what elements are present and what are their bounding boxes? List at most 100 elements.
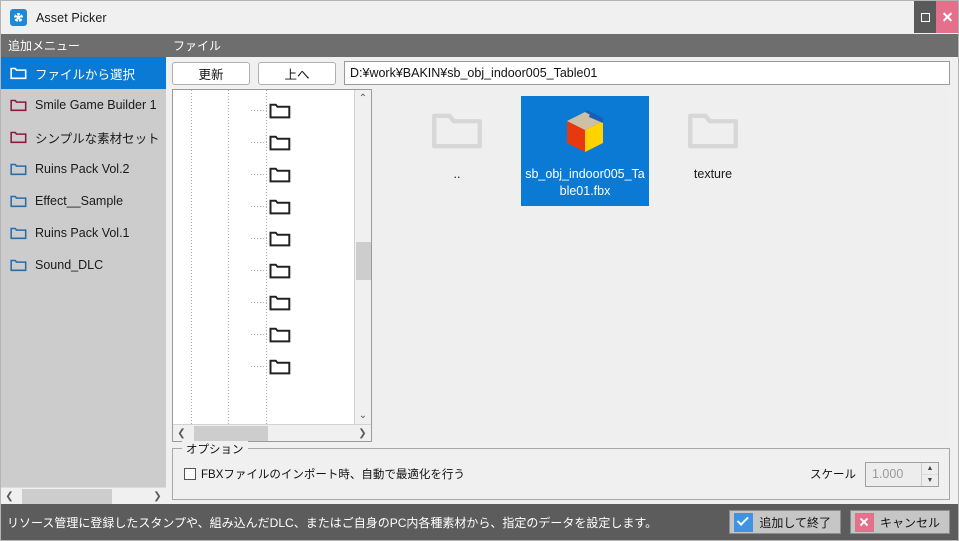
window-title: Asset Picker bbox=[36, 10, 107, 25]
chevron-up-icon[interactable]: ⌃ bbox=[355, 90, 372, 107]
sidebar-header: 追加メニュー bbox=[1, 34, 166, 57]
file-item-label: texture bbox=[693, 167, 733, 181]
confirm-button[interactable]: 追加して終了 bbox=[729, 510, 841, 534]
tree-scroll-track[interactable] bbox=[355, 107, 372, 407]
file-panel: ファイル 更新 上へ D:¥work¥BAKIN¥sb_obj_indoor00… bbox=[166, 34, 958, 504]
tree-hscroll-thumb[interactable] bbox=[194, 425, 268, 441]
file-grid: .. sb_obj_indoor005_Table01.fbx texture bbox=[372, 89, 950, 442]
status-message: リソース管理に登録したスタンプや、組み込んだDLC、またはご自身のPC内各種素材… bbox=[7, 515, 658, 530]
options-legend: オプション bbox=[182, 441, 248, 457]
maximize-icon[interactable] bbox=[914, 1, 936, 33]
optimize-checkbox-label: FBXファイルのインポート時、自動で最適化を行う bbox=[201, 469, 465, 481]
sidebar-item-label: Ruins Pack Vol.2 bbox=[35, 162, 130, 176]
tree-node[interactable] bbox=[251, 94, 354, 126]
file-toolbar: 更新 上へ D:¥work¥BAKIN¥sb_obj_indoor005_Tab… bbox=[166, 57, 958, 89]
window-body: 追加メニュー ファイルから選択 Smile Game Builder 1 シンプルな… bbox=[1, 34, 958, 504]
folder-icon bbox=[269, 357, 291, 376]
sidebar-item-label: Ruins Pack Vol.1 bbox=[35, 226, 130, 240]
sidebar-item-4[interactable]: Effect__Sample bbox=[1, 185, 166, 217]
refresh-button[interactable]: 更新 bbox=[172, 61, 250, 85]
sidebar-item-label: Effect__Sample bbox=[35, 194, 124, 208]
file-item[interactable]: sb_obj_indoor005_Table01.fbx bbox=[521, 96, 649, 206]
folder-icon bbox=[10, 194, 27, 208]
options-row: FBXファイルのインポート時、自動で最適化を行う スケール 1.000 ▲ ▼ bbox=[173, 449, 949, 499]
sidebar-item-6[interactable]: Sound_DLC bbox=[1, 249, 166, 281]
sidebar-list: ファイルから選択 Smile Game Builder 1 シンプルな素材セット Ru… bbox=[1, 57, 166, 487]
optimize-checkbox[interactable]: FBXファイルのインポート時、自動で最適化を行う bbox=[184, 466, 465, 482]
tree-horizontal-scrollbar[interactable]: ❮ ❯ bbox=[173, 424, 371, 441]
sidebar-item-1[interactable]: Smile Game Builder 1 bbox=[1, 89, 166, 121]
chevron-left-icon[interactable]: ❮ bbox=[1, 488, 18, 505]
sidebar-item-label: Sound_DLC bbox=[35, 258, 104, 272]
folder-icon bbox=[269, 101, 291, 120]
folder-tree-canvas[interactable] bbox=[173, 90, 354, 424]
sidebar-scroll-thumb[interactable] bbox=[22, 488, 112, 504]
title-bar: Asset Picker bbox=[1, 1, 958, 34]
tree-node[interactable] bbox=[251, 190, 354, 222]
tree-node[interactable] bbox=[251, 254, 354, 286]
scale-spin-buttons[interactable]: ▲ ▼ bbox=[921, 462, 938, 486]
tree-hscroll-track[interactable] bbox=[190, 425, 354, 442]
tree-node[interactable] bbox=[251, 222, 354, 254]
file-item[interactable]: .. bbox=[393, 96, 521, 206]
folder-icon bbox=[269, 229, 291, 248]
chevron-right-icon[interactable]: ❯ bbox=[149, 488, 166, 505]
folder-icon bbox=[269, 325, 291, 344]
window-controls bbox=[914, 1, 958, 34]
tree-node[interactable] bbox=[251, 158, 354, 190]
file-browser: ⌃ ⌄ ❮ ❯ .. sb_obj_indoor005_Table01.fbx … bbox=[166, 89, 958, 442]
tree-node[interactable] bbox=[251, 126, 354, 158]
close-icon[interactable] bbox=[936, 1, 958, 33]
folder-icon bbox=[10, 258, 27, 272]
folder-tree: ⌃ ⌄ ❮ ❯ bbox=[172, 89, 372, 442]
file-item-label: .. bbox=[453, 167, 461, 181]
tree-node[interactable] bbox=[251, 350, 354, 382]
chevron-right-icon[interactable]: ❯ bbox=[354, 425, 371, 442]
folder-icon bbox=[10, 130, 27, 144]
folder-icon bbox=[269, 293, 291, 312]
folder-icon bbox=[10, 226, 27, 240]
caret-down-icon[interactable]: ▼ bbox=[922, 474, 938, 486]
sidebar-scroll-track[interactable] bbox=[18, 488, 149, 505]
sidebar-item-label: ファイルから選択 bbox=[35, 67, 136, 82]
chevron-left-icon[interactable]: ❮ bbox=[173, 425, 190, 442]
tree-node[interactable] bbox=[251, 318, 354, 350]
scale-label: スケール bbox=[810, 469, 856, 481]
tree-vertical-scrollbar[interactable]: ⌃ ⌄ bbox=[354, 90, 371, 424]
folder-icon bbox=[10, 66, 27, 80]
scale-stepper[interactable]: 1.000 ▲ ▼ bbox=[865, 461, 939, 487]
file-item[interactable]: texture bbox=[649, 96, 777, 206]
folder-icon bbox=[10, 98, 27, 112]
sidebar-item-3[interactable]: Ruins Pack Vol.2 bbox=[1, 153, 166, 185]
folder-icon bbox=[425, 100, 489, 162]
tree-scroll-thumb[interactable] bbox=[355, 242, 371, 280]
path-input[interactable]: D:¥work¥BAKIN¥sb_obj_indoor005_Table01 bbox=[344, 61, 950, 85]
file-item-label: sb_obj_indoor005_Table01.fbx bbox=[525, 167, 645, 198]
sidebar-item-0[interactable]: ファイルから選択 bbox=[1, 57, 166, 89]
sidebar-horizontal-scrollbar[interactable]: ❮ ❯ bbox=[1, 487, 166, 504]
folder-icon bbox=[269, 133, 291, 152]
chevron-down-icon[interactable]: ⌄ bbox=[355, 407, 372, 424]
options-group: オプション FBXファイルのインポート時、自動で最適化を行う スケール 1.00… bbox=[172, 441, 950, 500]
x-icon bbox=[854, 512, 874, 532]
folder-icon bbox=[269, 261, 291, 280]
file-panel-header: ファイル bbox=[166, 34, 958, 57]
cancel-button-label: キャンセル bbox=[879, 515, 940, 530]
fbx-model-icon bbox=[553, 100, 617, 162]
asset-picker-window: Asset Picker 追加メニュー ファイルから選択 Smile Game B… bbox=[0, 0, 959, 541]
sidebar-item-label: Smile Game Builder 1 bbox=[35, 98, 157, 112]
caret-up-icon[interactable]: ▲ bbox=[922, 462, 938, 474]
folder-icon bbox=[681, 100, 745, 162]
tree-node[interactable] bbox=[251, 286, 354, 318]
sidebar-item-5[interactable]: Ruins Pack Vol.1 bbox=[1, 217, 166, 249]
folder-tree-main: ⌃ ⌄ bbox=[173, 90, 371, 424]
asset-picker-icon bbox=[10, 9, 27, 26]
checkbox-box[interactable] bbox=[184, 468, 196, 480]
check-icon bbox=[734, 512, 754, 532]
up-button[interactable]: 上へ bbox=[258, 61, 336, 85]
cancel-button[interactable]: キャンセル bbox=[849, 510, 950, 534]
sidebar-item-2[interactable]: シンプルな素材セット bbox=[1, 121, 166, 153]
folder-icon bbox=[269, 197, 291, 216]
sidebar-item-label: シンプルな素材セット bbox=[35, 131, 160, 146]
scale-value[interactable]: 1.000 bbox=[866, 467, 921, 481]
